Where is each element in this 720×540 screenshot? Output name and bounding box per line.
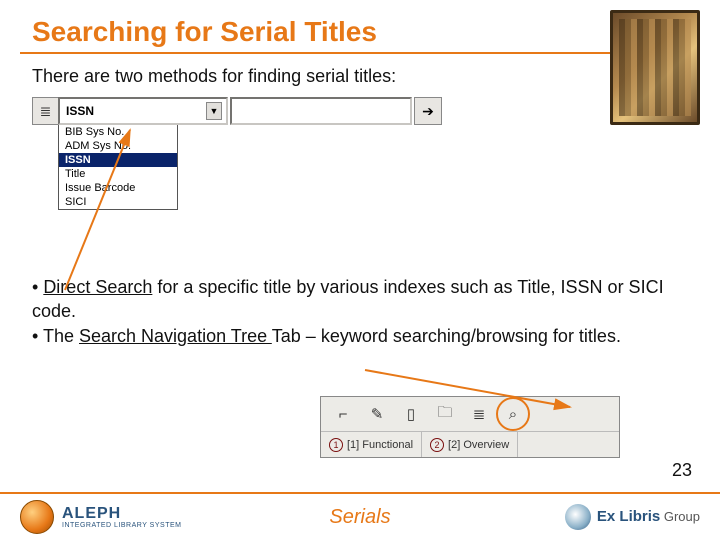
tabbar-iconrow: ⌐ ✎ ▯ 🗀 ≣ ⌕ bbox=[321, 397, 619, 431]
title-divider bbox=[20, 52, 700, 54]
slide-footer: ALEPH INTEGRATED LIBRARY SYSTEM Serials … bbox=[0, 492, 720, 540]
nav-tree-link: Search Navigation Tree bbox=[79, 326, 272, 346]
dropdown-option[interactable]: Issue Barcode bbox=[59, 181, 177, 195]
bullet-item: • Direct Search for a specific title by … bbox=[32, 275, 680, 324]
index-dropdown[interactable]: ISSN ▼ bbox=[58, 97, 228, 125]
tab-functional[interactable]: 1 [1] Functional bbox=[321, 432, 422, 457]
exlibris-logo-icon bbox=[565, 504, 591, 530]
index-dropdown-list[interactable]: BIB Sys No. ADM Sys No. ISSN Title Issue… bbox=[58, 124, 178, 210]
navigation-tabbar: ⌐ ✎ ▯ 🗀 ≣ ⌕ 1 [1] Functional 2 [2] Overv… bbox=[320, 396, 620, 458]
bullet-marker: • bbox=[32, 277, 43, 297]
tool-icon[interactable]: ✎ bbox=[363, 402, 391, 426]
direct-search-link: Direct Search bbox=[43, 277, 152, 297]
library-illustration bbox=[610, 10, 700, 125]
exlibris-group: Group bbox=[660, 509, 700, 524]
exlibris-brand: Ex Libris bbox=[597, 508, 660, 525]
key-icon[interactable]: ⌐ bbox=[329, 402, 357, 426]
page-number: 23 bbox=[672, 460, 692, 481]
tab-label: [1] Functional bbox=[347, 439, 413, 451]
book-icon[interactable]: ▯ bbox=[397, 402, 425, 426]
footer-center-title: Serials bbox=[329, 506, 390, 529]
bullet-list: • Direct Search for a specific title by … bbox=[32, 275, 680, 348]
search-tree-icon[interactable]: ⌕ bbox=[499, 402, 527, 426]
tab-index-badge: 1 bbox=[329, 438, 343, 452]
aleph-brand: ALEPH bbox=[62, 506, 181, 522]
tab-index-badge: 2 bbox=[430, 438, 444, 452]
bullet-text: Tab – keyword searching/browsing for tit… bbox=[272, 326, 621, 346]
bullet-marker: • The bbox=[32, 326, 79, 346]
submit-arrow-icon[interactable]: ➔ bbox=[414, 97, 442, 125]
dropdown-option[interactable]: SICI bbox=[59, 195, 177, 209]
chevron-down-icon[interactable]: ▼ bbox=[206, 102, 222, 120]
aleph-brand-sub: INTEGRATED LIBRARY SYSTEM bbox=[62, 522, 181, 529]
index-dropdown-value: ISSN bbox=[66, 104, 94, 118]
dropdown-option[interactable]: Title bbox=[59, 167, 177, 181]
dropdown-option[interactable]: ADM Sys No. bbox=[59, 139, 177, 153]
tab-label: [2] Overview bbox=[448, 439, 509, 451]
folder-icon[interactable]: 🗀 bbox=[431, 402, 459, 426]
dropdown-option[interactable]: BIB Sys No. bbox=[59, 125, 177, 139]
direct-search-widget: ≣ ISSN ▼ ➔ BIB Sys No. ADM Sys No. ISSN … bbox=[32, 97, 442, 210]
search-input[interactable] bbox=[230, 97, 412, 125]
grip-icon: ≣ bbox=[32, 97, 58, 125]
dropdown-option-selected[interactable]: ISSN bbox=[59, 153, 177, 167]
list-icon[interactable]: ≣ bbox=[465, 402, 493, 426]
aleph-logo-icon bbox=[20, 500, 54, 534]
tab-overview[interactable]: 2 [2] Overview bbox=[422, 432, 518, 457]
bullet-item: • The Search Navigation Tree Tab – keywo… bbox=[32, 324, 680, 348]
